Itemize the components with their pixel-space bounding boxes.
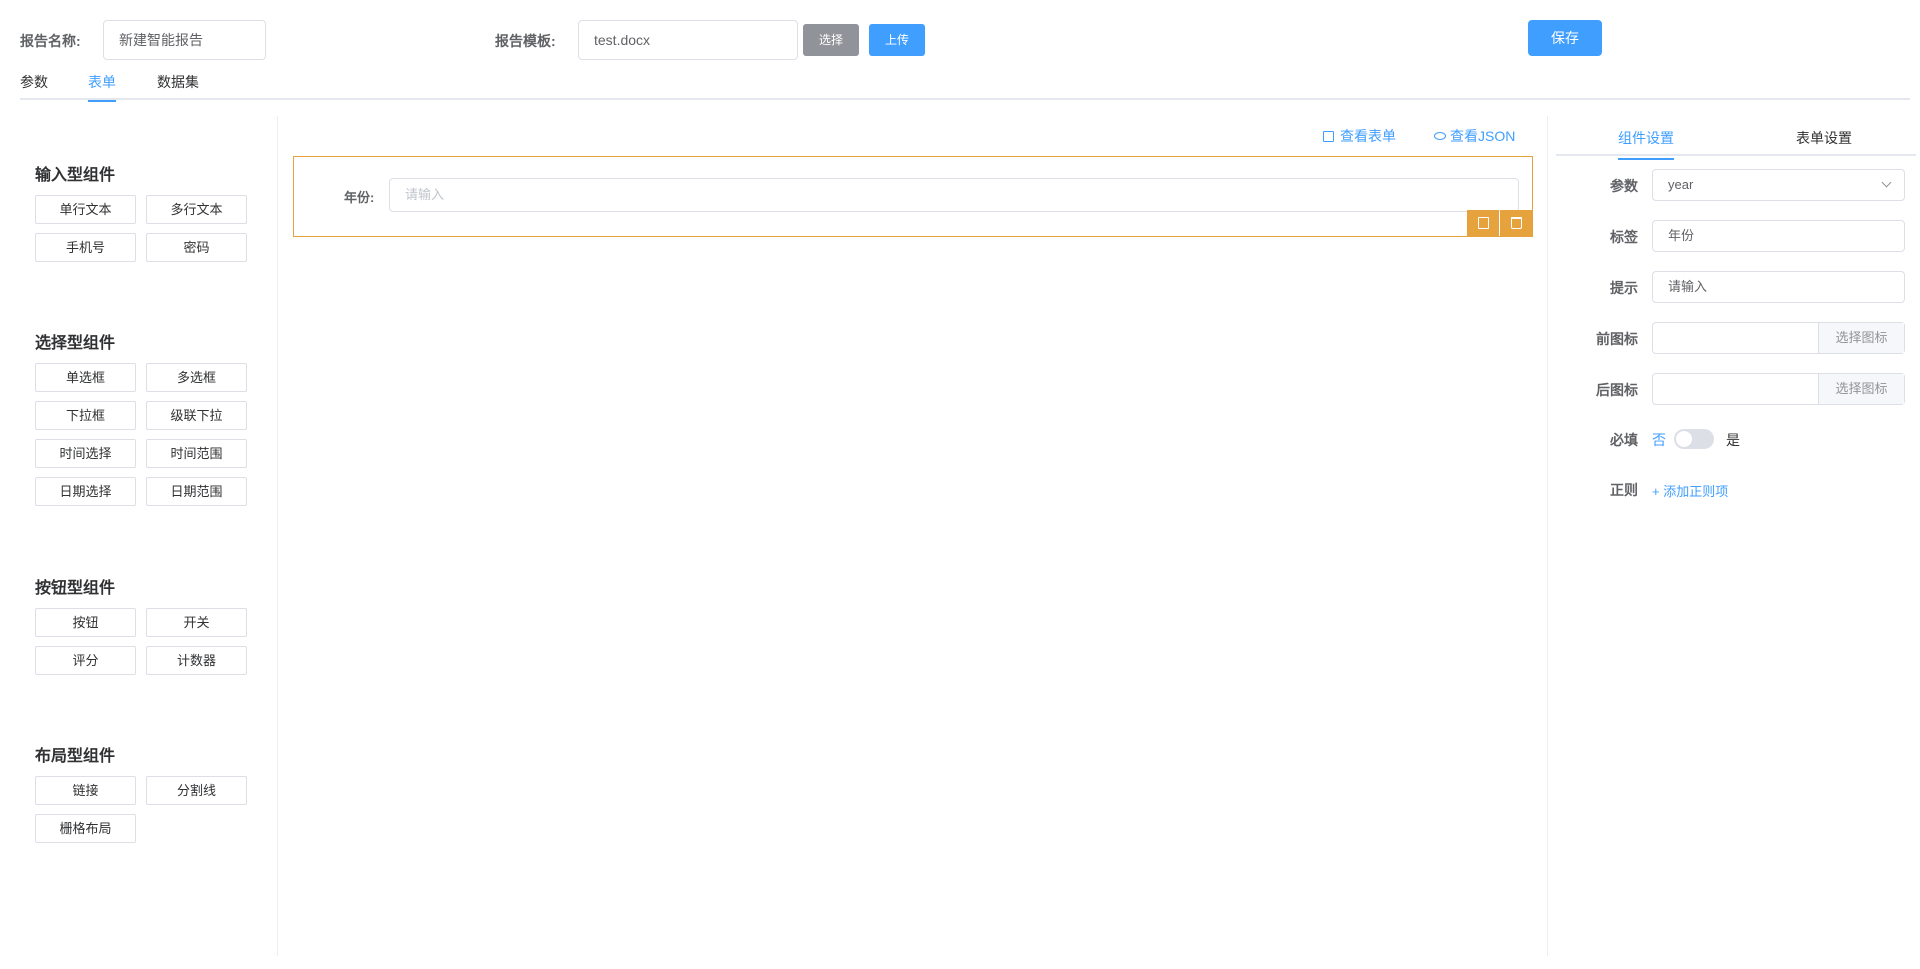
settings-panel: 组件设置 表单设置 参数 year 标签 年份 提示 请输入 前图标 选择图标 …: [1547, 116, 1920, 956]
form-canvas: 查看表单 查看JSON 年份: 请输入: [278, 116, 1547, 956]
suffix-icon-label: 后图标: [1596, 382, 1638, 398]
component-multi-text[interactable]: 多行文本: [146, 195, 247, 224]
component-palette: 输入型组件 单行文本 多行文本 手机号 密码 选择型组件 单选框 多选框 下拉框…: [20, 116, 278, 956]
tab-component-settings[interactable]: 组件设置: [1618, 128, 1674, 160]
component-cascader[interactable]: 级联下拉: [146, 401, 247, 430]
required-switch[interactable]: [1674, 429, 1714, 449]
regex-label: 正则: [1610, 482, 1638, 498]
required-label: 必填: [1610, 432, 1638, 448]
component-button[interactable]: 按钮: [35, 608, 136, 637]
suffix-icon-input[interactable]: 选择图标: [1652, 373, 1905, 405]
component-rate[interactable]: 评分: [35, 646, 136, 675]
view-form-link[interactable]: 查看表单: [1323, 126, 1396, 146]
switch-knob: [1676, 431, 1692, 447]
component-grid-layout[interactable]: 栅格布局: [35, 814, 136, 843]
component-divider[interactable]: 分割线: [146, 776, 247, 805]
chevron-down-icon: [1881, 177, 1892, 188]
header-bar: 报告名称: 新建智能报告 报告模板: test.docx 选择 上传 保存: [20, 20, 1920, 60]
required-no-text: 否: [1652, 432, 1666, 448]
component-link[interactable]: 链接: [35, 776, 136, 805]
select-template-button[interactable]: 选择: [803, 24, 859, 56]
param-value: year: [1668, 177, 1694, 192]
upload-template-button[interactable]: 上传: [869, 24, 925, 56]
required-yes-text: 是: [1726, 432, 1740, 448]
suffix-select-icon-button[interactable]: 选择图标: [1818, 374, 1904, 404]
component-date-range[interactable]: 日期范围: [146, 477, 247, 506]
copy-icon: [1477, 217, 1489, 229]
eye-icon: [1434, 132, 1446, 140]
component-counter[interactable]: 计数器: [146, 646, 247, 675]
tab-form-settings[interactable]: 表单设置: [1796, 128, 1852, 148]
delete-item-button[interactable]: [1500, 210, 1532, 236]
copy-item-button[interactable]: [1467, 210, 1499, 236]
trash-icon: [1510, 217, 1522, 229]
param-select[interactable]: year: [1652, 169, 1905, 201]
view-form-label: 查看表单: [1340, 128, 1396, 144]
tag-label: 标签: [1610, 229, 1638, 245]
tab-params[interactable]: 参数: [20, 72, 48, 100]
component-phone[interactable]: 手机号: [35, 233, 136, 262]
component-checkbox[interactable]: 多选框: [146, 363, 247, 392]
field-input[interactable]: 请输入: [389, 178, 1519, 212]
tab-form[interactable]: 表单: [88, 72, 116, 102]
view-json-label: 查看JSON: [1450, 128, 1516, 144]
report-name-label: 报告名称:: [20, 33, 81, 49]
tab-dataset[interactable]: 数据集: [157, 72, 199, 100]
component-time-range[interactable]: 时间范围: [146, 439, 247, 468]
component-single-text[interactable]: 单行文本: [35, 195, 136, 224]
param-label: 参数: [1610, 178, 1638, 194]
hint-label: 提示: [1610, 280, 1638, 296]
hint-input[interactable]: 请输入: [1652, 271, 1905, 303]
view-json-link[interactable]: 查看JSON: [1434, 126, 1515, 146]
form-item-selected[interactable]: 年份: 请输入: [293, 156, 1533, 237]
save-button[interactable]: 保存: [1528, 20, 1602, 56]
group-title-layout: 布局型组件: [35, 748, 116, 765]
tag-input[interactable]: 年份: [1652, 220, 1905, 252]
component-date-picker[interactable]: 日期选择: [35, 477, 136, 506]
component-password[interactable]: 密码: [146, 233, 247, 262]
prefix-icon-label: 前图标: [1596, 331, 1638, 347]
template-input[interactable]: test.docx: [578, 20, 798, 60]
component-dropdown[interactable]: 下拉框: [35, 401, 136, 430]
settings-tabs: 组件设置 表单设置: [1556, 116, 1916, 160]
prefix-icon-input[interactable]: 选择图标: [1652, 322, 1905, 354]
add-regex-button[interactable]: + 添加正则项: [1652, 481, 1728, 500]
component-time-picker[interactable]: 时间选择: [35, 439, 136, 468]
component-radio[interactable]: 单选框: [35, 363, 136, 392]
field-label: 年份:: [344, 190, 375, 205]
group-title-input: 输入型组件: [35, 167, 116, 184]
group-title-button: 按钮型组件: [35, 580, 116, 597]
prefix-select-icon-button[interactable]: 选择图标: [1818, 323, 1904, 353]
copy-icon: [1323, 131, 1334, 142]
component-switch[interactable]: 开关: [146, 608, 247, 637]
report-name-input[interactable]: 新建智能报告: [103, 20, 266, 60]
group-title-select: 选择型组件: [35, 335, 116, 352]
template-label: 报告模板:: [495, 33, 556, 49]
main-tabs: 参数 表单 数据集: [20, 70, 1910, 102]
